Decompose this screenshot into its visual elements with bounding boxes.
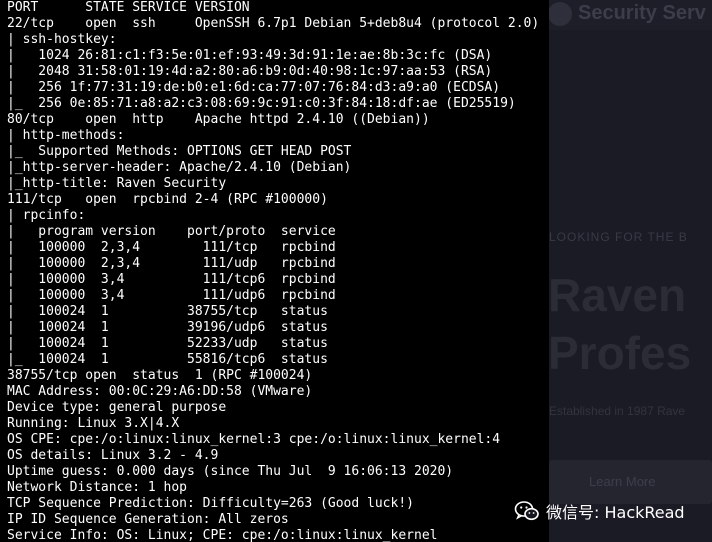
terminal-line: 111/tcp open rpcbind 2-4 (RPC #100000) bbox=[7, 192, 328, 207]
learn-more-label: Learn More bbox=[589, 474, 656, 489]
terminal-line: |_ Supported Methods: OPTIONS GET HEAD P… bbox=[7, 144, 352, 159]
terminal-line: | 100024 1 39196/udp6 status bbox=[7, 320, 328, 335]
hero-headline-line-2: Profes bbox=[548, 327, 692, 379]
terminal-line: | 256 1f:77:31:19:de:b0:e1:6d:ca:77:07:7… bbox=[7, 80, 501, 95]
terminal-line: | ssh-hostkey: bbox=[7, 32, 117, 47]
brand-logo-icon bbox=[548, 2, 572, 26]
terminal-line: |_ 100024 1 55816/tcp6 status bbox=[7, 352, 328, 367]
terminal-line: | http-methods: bbox=[7, 128, 125, 143]
terminal-line: |_ 256 0e:85:71:a8:a2:c3:08:69:9c:91:c0:… bbox=[7, 96, 516, 111]
terminal-line: | 1024 26:81:c1:f3:5e:01:ef:93:49:3d:91:… bbox=[7, 48, 493, 63]
terminal-line: TCP Sequence Prediction: Difficulty=263 … bbox=[7, 496, 414, 511]
terminal-line: 38755/tcp open status 1 (RPC #100024) bbox=[7, 368, 313, 383]
terminal-line: | 100000 2,3,4 111/tcp rpcbind bbox=[7, 240, 336, 255]
hero-headline-line-1: Raven bbox=[548, 269, 687, 321]
terminal-line: | 100024 1 38755/tcp status bbox=[7, 304, 328, 319]
terminal-line: Running: Linux 3.X|4.X bbox=[7, 416, 180, 431]
terminal-window[interactable]: PORT STATE SERVICE VERSION 22/tcp open ss… bbox=[0, 0, 549, 542]
terminal-line: 80/tcp open http Apache httpd 2.4.10 ((D… bbox=[7, 112, 430, 127]
terminal-line: |_http-server-header: Apache/2.4.10 (Deb… bbox=[7, 160, 352, 175]
terminal-line: | rpcinfo: bbox=[7, 208, 86, 223]
terminal-line: IP ID Sequence Generation: All zeros bbox=[7, 512, 289, 527]
terminal-line: | 2048 31:58:01:19:4d:a2:80:a6:b9:0d:40:… bbox=[7, 64, 493, 79]
terminal-line: OS CPE: cpe:/o:linux:linux_kernel:3 cpe:… bbox=[7, 432, 501, 447]
wechat-icon bbox=[514, 501, 539, 521]
terminal-line: Device type: general purpose bbox=[7, 400, 227, 415]
terminal-line: |_http-title: Raven Security bbox=[7, 176, 227, 191]
watermark-text: 微信号: HackRead bbox=[546, 503, 685, 522]
terminal-line: | 100000 3,4 111/tcp6 rpcbind bbox=[7, 272, 336, 287]
terminal-line: | 100000 2,3,4 111/udp rpcbind bbox=[7, 256, 336, 271]
terminal-line: PORT STATE SERVICE VERSION bbox=[7, 0, 250, 15]
brand-name[interactable]: Security Serv bbox=[578, 2, 706, 25]
terminal-line: Network Distance: 1 hop bbox=[7, 480, 188, 495]
terminal-line: OS details: Linux 3.2 - 4.9 bbox=[7, 448, 219, 463]
watermark: 微信号: HackRead bbox=[514, 498, 685, 524]
terminal-line: Uptime guess: 0.000 days (since Thu Jul … bbox=[7, 464, 454, 479]
terminal-line: MAC Address: 00:0C:29:A6:DD:58 (VMware) bbox=[7, 384, 313, 399]
hero-headline: Raven Profes bbox=[548, 266, 691, 382]
terminal-line: 22/tcp open ssh OpenSSH 6.7p1 Debian 5+d… bbox=[7, 16, 540, 31]
terminal-line: | 100024 1 52233/udp status bbox=[7, 336, 328, 351]
terminal-line: Service Info: OS: Linux; CPE: cpe:/o:lin… bbox=[7, 528, 438, 542]
hero-subtitle: Established in 1987 Rave bbox=[549, 404, 686, 418]
nmap-output: PORT STATE SERVICE VERSION 22/tcp open ss… bbox=[0, 0, 549, 542]
terminal-line: | 100000 3,4 111/udp6 rpcbind bbox=[7, 288, 336, 303]
hero-kicker: LOOKING FOR THE B bbox=[549, 230, 688, 244]
terminal-line: | program version port/proto service bbox=[7, 224, 336, 239]
